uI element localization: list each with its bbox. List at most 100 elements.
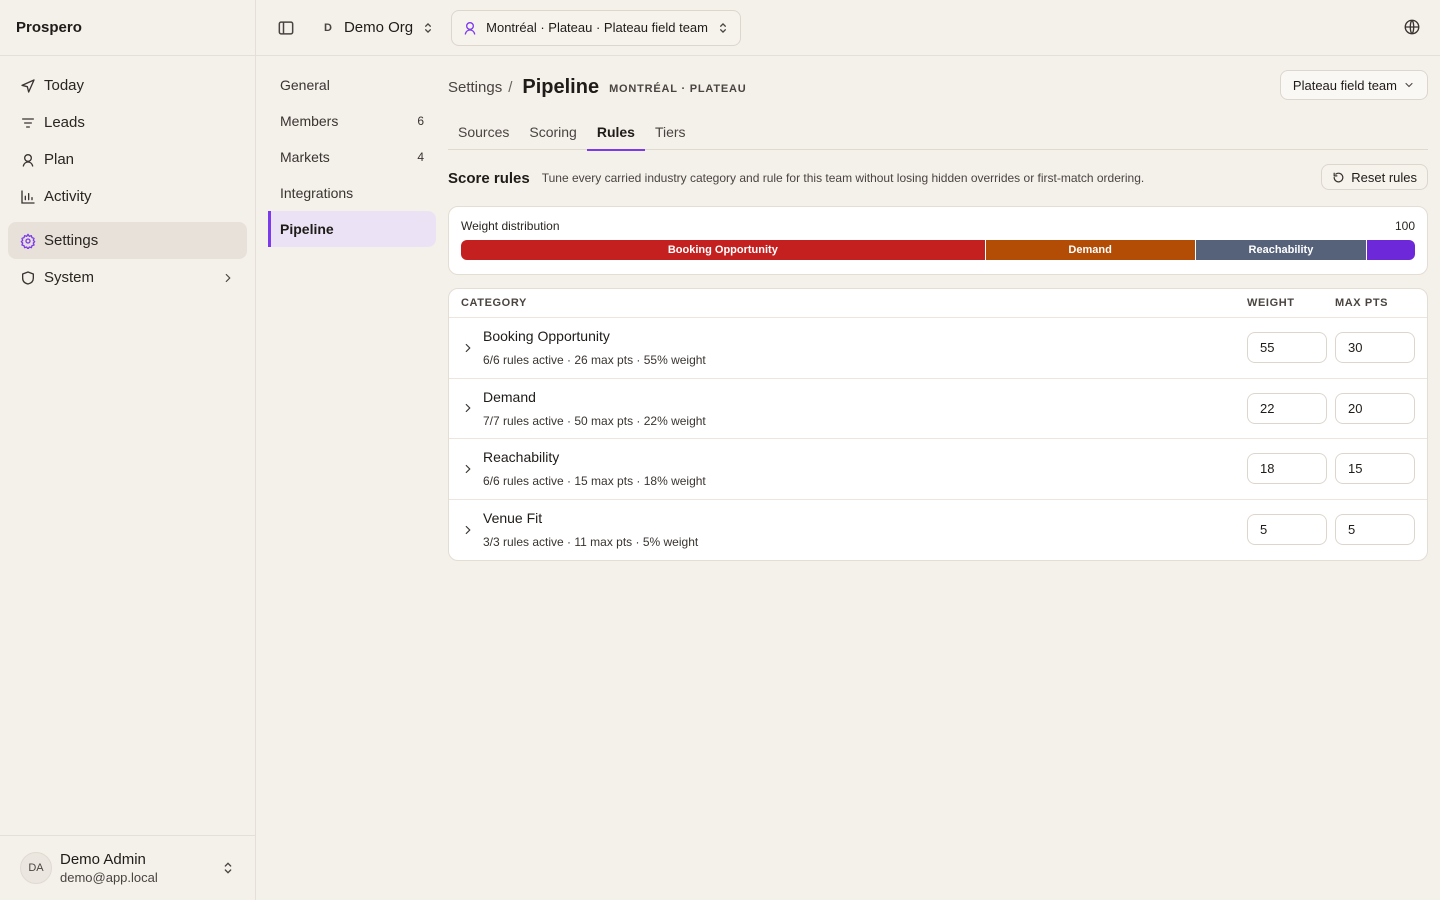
- subnav-item-pipeline[interactable]: Pipeline: [268, 211, 436, 247]
- main-nav: Today Leads Plan Activity Settings Syste…: [0, 56, 255, 296]
- table-header: CATEGORY WEIGHT MAX PTS: [449, 289, 1427, 318]
- breadcrumb-settings[interactable]: Settings: [448, 79, 502, 96]
- brand-logo[interactable]: Prospero: [16, 19, 82, 36]
- team-context-switcher[interactable]: Montréal · Plateau · Plateau field team: [451, 9, 741, 46]
- weight-distribution-header: Weight distribution 100: [461, 219, 1415, 233]
- app-sidebar: Prospero Today Leads Plan Activity Setti…: [0, 0, 256, 900]
- max-pts-input[interactable]: [1335, 453, 1415, 485]
- weight-segment: Demand: [985, 240, 1196, 260]
- weight-distribution-label: Weight distribution: [461, 219, 560, 233]
- category-info: Venue Fit 3/3 rules active · 11 max pts …: [483, 510, 1239, 549]
- chevron-right-icon[interactable]: [461, 341, 475, 355]
- chevron-right-icon[interactable]: [461, 462, 475, 476]
- nav-item-label: Leads: [44, 114, 85, 131]
- score-rules-header: Score rules Tune every carried industry …: [448, 164, 1428, 192]
- org-initial: D: [324, 21, 332, 34]
- tab-sources[interactable]: Sources: [448, 114, 519, 150]
- sidebar-toggle-icon[interactable]: [276, 18, 296, 38]
- nav-item-settings[interactable]: Settings: [8, 222, 247, 259]
- pipeline-tabs: Sources Scoring Rules Tiers: [448, 114, 1428, 151]
- reset-rules-button[interactable]: Reset rules: [1321, 164, 1428, 190]
- reset-rules-label: Reset rules: [1351, 169, 1417, 185]
- org-name: Demo Org: [343, 19, 414, 36]
- table-row[interactable]: Booking Opportunity 6/6 rules active · 2…: [449, 318, 1427, 379]
- brand-bar: Prospero: [0, 0, 255, 56]
- subnav-item-count: 6: [417, 114, 424, 128]
- page-header: Settings / Pipeline MONTRÉAL · PLATEAU P…: [448, 70, 1428, 104]
- weight-distribution-bar: Booking Opportunity Demand Reachability: [461, 240, 1415, 260]
- user-email: demo@app.local: [60, 870, 158, 885]
- subnav-item-members[interactable]: Members 6: [268, 103, 436, 139]
- nav-item-plan[interactable]: Plan: [8, 141, 247, 178]
- org-switcher[interactable]: D Demo Org: [324, 19, 435, 36]
- category-meta: 3/3 rules active · 11 max pts · 5% weigh…: [483, 535, 699, 550]
- chevron-right-icon[interactable]: [221, 271, 235, 285]
- nav-item-system[interactable]: System: [8, 259, 247, 296]
- reset-icon: [1332, 171, 1345, 184]
- max-pts-input[interactable]: [1335, 514, 1415, 546]
- category-name: Reachability: [483, 449, 560, 466]
- subnav-item-general[interactable]: General: [268, 67, 436, 103]
- subnav-item-integrations[interactable]: Integrations: [268, 175, 436, 211]
- table-row[interactable]: Demand 7/7 rules active · 50 max pts · 2…: [449, 379, 1427, 439]
- user-info: Demo Admin demo@app.local: [60, 851, 158, 885]
- subnav-item-markets[interactable]: Markets 4: [268, 139, 436, 175]
- tab-scoring[interactable]: Scoring: [519, 114, 586, 150]
- max-pts-input[interactable]: [1335, 332, 1415, 364]
- nav-item-label: Today: [44, 77, 85, 94]
- category-info: Reachability 6/6 rules active · 15 max p…: [483, 449, 1239, 488]
- team-context-label: Montréal · Plateau · Plateau field team: [486, 20, 708, 35]
- category-meta: 6/6 rules active · 26 max pts · 55% weig…: [483, 353, 706, 368]
- main-content: Settings / Pipeline MONTRÉAL · PLATEAU P…: [448, 70, 1428, 561]
- chevron-down-icon: [1403, 79, 1415, 91]
- nav-item-activity[interactable]: Activity: [8, 178, 247, 215]
- category-name: Demand: [483, 388, 536, 405]
- max-pts-input[interactable]: [1335, 392, 1415, 424]
- nav-item-leads[interactable]: Leads: [8, 104, 247, 141]
- tab-rules[interactable]: Rules: [586, 114, 646, 151]
- chart-icon: [20, 189, 36, 205]
- category-name: Venue Fit: [483, 510, 543, 527]
- column-header-category: CATEGORY: [461, 297, 527, 309]
- weight-input[interactable]: [1247, 392, 1327, 424]
- user-name: Demo Admin: [60, 851, 146, 868]
- weight-segment: Reachability: [1195, 240, 1368, 260]
- weight-distribution-card: Weight distribution 100 Booking Opportun…: [448, 206, 1428, 275]
- weight-input[interactable]: [1247, 514, 1327, 546]
- nav-item-today[interactable]: Today: [8, 67, 247, 104]
- weight-input[interactable]: [1247, 332, 1327, 364]
- column-header-weight: WEIGHT: [1247, 297, 1295, 309]
- category-meta: 6/6 rules active · 15 max pts · 18% weig…: [483, 474, 706, 489]
- chevron-up-down-icon[interactable]: [220, 860, 236, 876]
- user-menu[interactable]: DA Demo Admin demo@app.local: [0, 835, 256, 900]
- chevron-right-icon[interactable]: [461, 401, 475, 415]
- nav-item-label: Settings: [44, 232, 99, 249]
- chevron-right-icon[interactable]: [461, 523, 475, 537]
- column-header-max-pts: MAX PTS: [1335, 297, 1389, 309]
- shield-icon: [20, 270, 36, 286]
- nav-item-label: System: [44, 269, 95, 286]
- map-pin-icon: [462, 20, 478, 36]
- subnav-item-label: Members: [280, 113, 339, 129]
- table-row[interactable]: Venue Fit 3/3 rules active · 11 max pts …: [449, 500, 1427, 561]
- subnav-item-label: General: [280, 77, 330, 93]
- categories-table: CATEGORY WEIGHT MAX PTS Booking Opportun…: [448, 288, 1428, 561]
- gear-icon: [20, 233, 36, 249]
- globe-icon[interactable]: [1403, 18, 1421, 36]
- weight-distribution-total: 100: [1394, 219, 1415, 233]
- nav-item-label: Plan: [44, 151, 75, 168]
- chevron-up-down-icon: [421, 21, 435, 35]
- subnav-item-label: Integrations: [280, 185, 354, 201]
- section-title: Score rules: [448, 169, 530, 187]
- tab-tiers[interactable]: Tiers: [645, 114, 696, 150]
- topbar: D Demo Org Montréal · Plateau · Plateau …: [256, 0, 1440, 56]
- subnav-item-label: Pipeline: [280, 221, 334, 237]
- team-select-value: Plateau field team: [1292, 77, 1397, 93]
- weight-segment: [1367, 240, 1415, 260]
- team-select[interactable]: Plateau field team: [1279, 70, 1428, 100]
- weight-input[interactable]: [1247, 453, 1327, 485]
- chevron-up-down-icon: [716, 21, 730, 35]
- section-description: Tune every carried industry category and…: [541, 171, 1145, 185]
- table-row[interactable]: Reachability 6/6 rules active · 15 max p…: [449, 439, 1427, 500]
- subnav-item-label: Markets: [280, 149, 330, 165]
